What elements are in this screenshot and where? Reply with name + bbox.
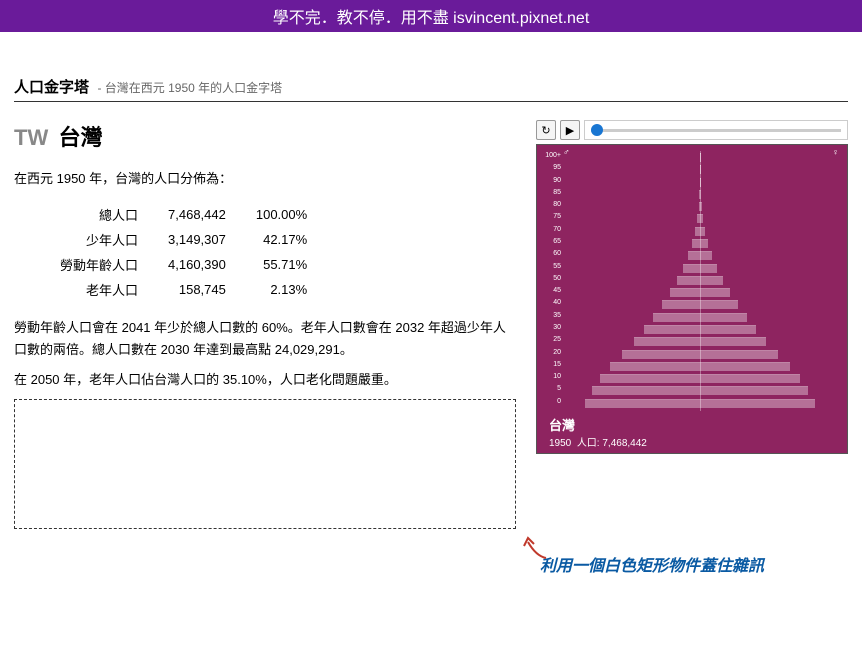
age-label: 35: [545, 312, 561, 319]
description-1: 勞動年齡人口會在 2041 年少於總人口數的 60%。老年人口數會在 2032 …: [14, 317, 516, 361]
age-label: 25: [545, 336, 561, 343]
bar-female: [700, 337, 766, 346]
annotation: 利用一個白色矩形物件蓋住雜訊: [540, 552, 764, 576]
age-label: 85: [545, 189, 561, 196]
bar-female: [700, 251, 712, 260]
content-area: 人口金字塔 - 台灣在西元 1950 年的人口金字塔 TW 台灣 在西元 195…: [0, 32, 862, 539]
age-label: 50: [545, 275, 561, 282]
age-label: 60: [545, 250, 561, 257]
age-label: 70: [545, 226, 561, 233]
bar-male: [662, 300, 700, 309]
stats-table: 總人口7,468,442100.00%少年人口3,149,30742.17%勞動…: [44, 201, 323, 303]
bar-female: [700, 202, 702, 211]
page-title: 人口金字塔: [14, 79, 89, 96]
bar-male: [585, 399, 700, 408]
table-row: 總人口7,468,442100.00%: [46, 203, 321, 226]
annotation-text: 利用一個白色矩形物件蓋住雜訊: [540, 558, 764, 575]
bar-female: [700, 190, 701, 199]
bar-male: [670, 288, 700, 297]
bar-female: [700, 362, 790, 371]
bar-male: [600, 374, 700, 383]
pyramid-country: 台灣: [549, 415, 841, 434]
bar-female: [700, 350, 778, 359]
age-label: 10: [545, 373, 561, 380]
intro-text: 在西元 1950 年，台灣的人口分佈為：: [14, 168, 516, 187]
age-label: 80: [545, 201, 561, 208]
age-label: 100+: [545, 152, 561, 159]
country-code: TW: [14, 125, 48, 150]
bar-female: [700, 264, 717, 273]
bar-male: [653, 313, 700, 322]
age-label: 90: [545, 177, 561, 184]
player-controls: ↻ ▶: [536, 120, 848, 140]
age-label: 30: [545, 324, 561, 331]
bar-female: [700, 313, 747, 322]
pyramid-meta: 1950 人口: 7,468,442: [549, 434, 841, 449]
age-label: 20: [545, 349, 561, 356]
table-row: 老年人口158,7452.13%: [46, 278, 321, 301]
age-label: 75: [545, 213, 561, 220]
play-button[interactable]: ▶: [560, 120, 580, 140]
bar-female: [700, 276, 723, 285]
right-column: ↻ ▶ ♂ ♀ 100+9590858075706560555045403530…: [536, 120, 848, 529]
bar-female: [700, 214, 703, 223]
arrow-icon: [522, 534, 552, 564]
bar-female: [700, 374, 800, 383]
pyramid-chart: ♂ ♀ 100+95908580757065605550454035302520…: [536, 144, 848, 454]
country-name: 台灣: [59, 125, 103, 150]
age-label: 65: [545, 238, 561, 245]
top-banner: 學不完．教不停．用不盡 isvincent.pixnet.net: [0, 0, 862, 32]
bar-male: [592, 386, 700, 395]
age-label: 15: [545, 361, 561, 368]
reload-button[interactable]: ↻: [536, 120, 556, 140]
description-2: 在 2050 年，老年人口佔台灣人口的 35.10%，人口老化問題嚴重。: [14, 369, 516, 391]
bar-male: [677, 276, 700, 285]
bar-female: [700, 399, 815, 408]
bar-male: [644, 325, 700, 334]
bar-female: [700, 325, 756, 334]
age-label: 95: [545, 164, 561, 171]
age-label: 0: [545, 398, 561, 405]
bar-female: [700, 239, 708, 248]
left-column: TW 台灣 在西元 1950 年，台灣的人口分佈為： 總人口7,468,4421…: [14, 120, 516, 529]
bar-female: [700, 386, 808, 395]
bar-female: [700, 288, 730, 297]
year-slider[interactable]: [584, 120, 848, 140]
bar-male: [688, 251, 700, 260]
bar-female: [700, 227, 705, 236]
table-row: 少年人口3,149,30742.17%: [46, 228, 321, 251]
bar-female: [700, 300, 738, 309]
title-row: 人口金字塔 - 台灣在西元 1950 年的人口金字塔: [14, 76, 848, 102]
bar-male: [634, 337, 700, 346]
age-label: 55: [545, 263, 561, 270]
bar-male: [622, 350, 700, 359]
bar-male: [692, 239, 700, 248]
bar-male: [610, 362, 700, 371]
age-label: 5: [545, 385, 561, 392]
page-subtitle: - 台灣在西元 1950 年的人口金字塔: [97, 81, 282, 95]
table-row: 勞動年齡人口4,160,39055.71%: [46, 253, 321, 276]
age-label: 40: [545, 299, 561, 306]
dashed-overlay-box[interactable]: [14, 399, 516, 529]
age-label: 45: [545, 287, 561, 294]
slider-thumb[interactable]: [591, 124, 603, 136]
bar-male: [683, 264, 700, 273]
